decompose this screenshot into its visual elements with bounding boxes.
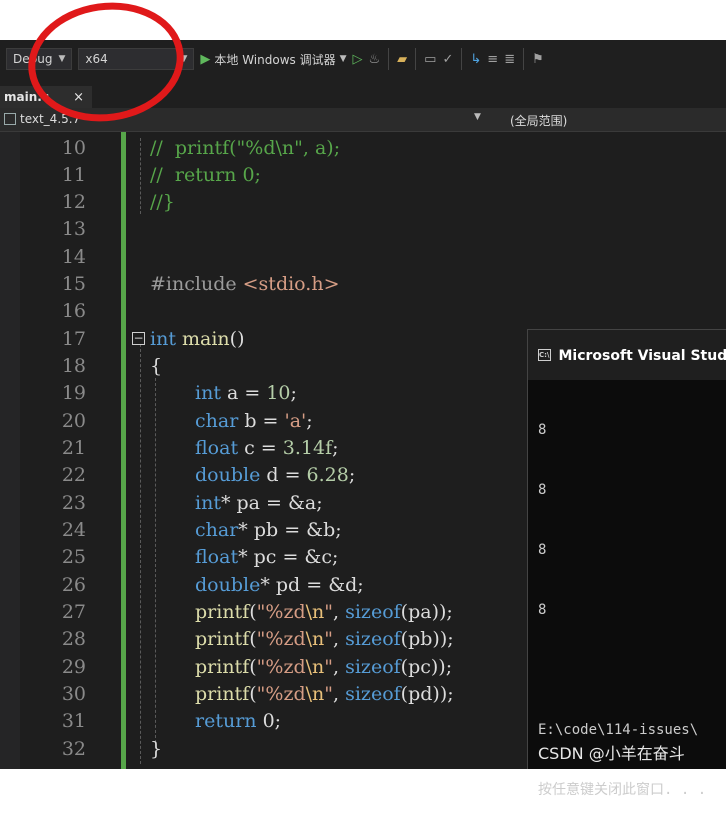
code-text: int* pa = &a;	[195, 490, 323, 517]
console-line: 8	[538, 600, 716, 620]
toolbar-divider	[523, 48, 524, 70]
console-line: 按任意键关闭此窗口. . .	[538, 780, 716, 800]
line-number: 28	[20, 626, 86, 653]
console-app-icon: C:\	[538, 349, 551, 361]
code-line: 11 // return 0;	[0, 162, 726, 189]
code-text: printf("%zd\n", sizeof(pc));	[195, 654, 452, 681]
toolbar-divider	[415, 48, 416, 70]
console-line: 8	[538, 480, 716, 500]
console-title: Microsoft Visual Studio 调试控制台	[559, 345, 726, 365]
code-text: double* pd = &d;	[195, 572, 364, 599]
chevron-down-icon[interactable]: ▼	[474, 112, 481, 122]
console-line: E:\code\114-issues\	[538, 720, 716, 740]
line-number: 14	[20, 244, 86, 271]
code-line: 13	[0, 216, 726, 243]
line-number: 31	[20, 708, 86, 735]
code-text: }	[150, 736, 162, 763]
line-number: 32	[20, 736, 86, 763]
line-number: 16	[20, 298, 86, 325]
line-number: 26	[20, 572, 86, 599]
toolbar-divider	[388, 48, 389, 70]
line-number: 12	[20, 189, 86, 216]
project-icon	[4, 113, 16, 125]
code-line: 15 #include <stdio.h>	[0, 271, 726, 298]
watermark: CSDN @小羊在奋斗	[538, 740, 685, 764]
window-icon[interactable]: ▭	[424, 52, 436, 67]
console-line	[538, 660, 716, 680]
code-text: printf("%zd\n", sizeof(pa));	[195, 599, 453, 626]
line-number: 29	[20, 654, 86, 681]
line-number: 19	[20, 380, 86, 407]
line-number: 17	[20, 326, 86, 353]
line-number: 21	[20, 435, 86, 462]
step-icon[interactable]: ↳	[470, 52, 481, 67]
start-without-debug-icon[interactable]: ▷	[353, 52, 363, 67]
code-text: float* pc = &c;	[195, 544, 338, 571]
code-text: // return 0;	[150, 162, 261, 189]
code-text: printf("%zd\n", sizeof(pb));	[195, 626, 454, 653]
line-number: 24	[20, 517, 86, 544]
code-text: {	[150, 353, 162, 380]
code-text: #include <stdio.h>	[150, 271, 340, 298]
debug-console-window[interactable]: C:\ Microsoft Visual Studio 调试控制台 8 8 8 …	[527, 329, 726, 769]
line-number: 11	[20, 162, 86, 189]
console-output: 8 8 8 8 E:\code\114-issues\ 按任意键关闭此窗口. .…	[528, 380, 726, 840]
console-line: 8	[538, 420, 716, 440]
comment-icon[interactable]: ≡	[487, 52, 498, 67]
line-number: 30	[20, 681, 86, 708]
line-number: 20	[20, 408, 86, 435]
code-line: 14	[0, 244, 726, 271]
code-line: 12 //}	[0, 189, 726, 216]
code-text: char* pb = &b;	[195, 517, 342, 544]
spellcheck-icon[interactable]: ✓	[442, 52, 453, 67]
code-text: float c = 3.14f;	[195, 435, 339, 462]
console-line: 8	[538, 540, 716, 560]
code-text: char b = 'a';	[195, 408, 313, 435]
chevron-down-icon: ▼	[340, 54, 347, 64]
code-text: int main()	[150, 326, 244, 353]
line-number: 27	[20, 599, 86, 626]
scope-dropdown[interactable]: (全局范围)	[510, 112, 567, 129]
line-number: 25	[20, 544, 86, 571]
console-title-bar[interactable]: C:\ Microsoft Visual Studio 调试控制台	[528, 330, 726, 380]
line-number: 23	[20, 490, 86, 517]
line-number: 15	[20, 271, 86, 298]
uncomment-icon[interactable]: ≣	[504, 52, 515, 67]
toolbar-divider	[461, 48, 462, 70]
play-icon: ▶	[200, 52, 210, 67]
code-text: return 0;	[195, 708, 281, 735]
code-line: 10 // printf("%d\n", a);	[0, 135, 726, 162]
code-text: //}	[150, 189, 175, 216]
code-text: int a = 10;	[195, 380, 297, 407]
run-debugger-label: 本地 Windows 调试器	[214, 51, 335, 68]
line-number: 10	[20, 135, 86, 162]
line-number: 22	[20, 462, 86, 489]
code-text: printf("%zd\n", sizeof(pd));	[195, 681, 454, 708]
hot-reload-icon[interactable]: ♨	[369, 52, 381, 67]
collapse-icon[interactable]: −	[132, 332, 145, 345]
code-text: // printf("%d\n", a);	[150, 135, 340, 162]
folder-icon[interactable]: ▰	[397, 52, 407, 67]
code-text: double d = 6.28;	[195, 462, 355, 489]
line-number: 18	[20, 353, 86, 380]
bookmark-icon[interactable]: ⚑	[532, 52, 544, 67]
run-debugger-button[interactable]: ▶ 本地 Windows 调试器 ▼	[200, 51, 346, 68]
code-line: 16	[0, 298, 726, 325]
line-number: 13	[20, 216, 86, 243]
